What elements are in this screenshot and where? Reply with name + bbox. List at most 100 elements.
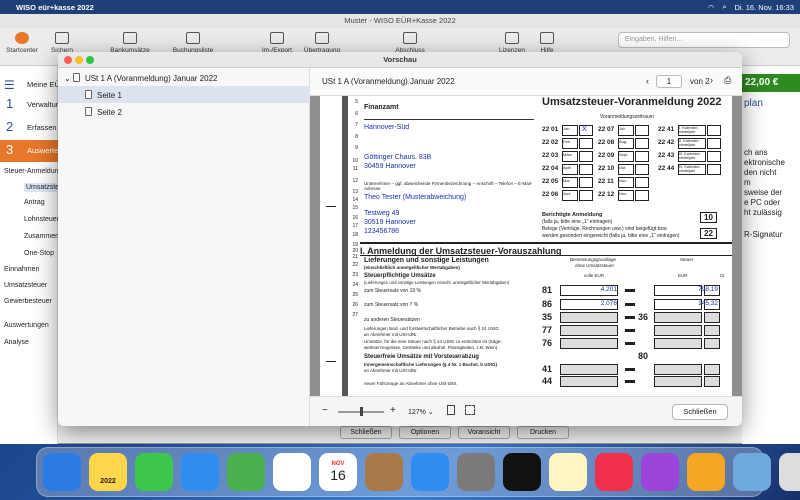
month-box[interactable]: Mai <box>562 177 578 188</box>
minimize-window-button[interactable] <box>75 56 83 64</box>
tree-page-2[interactable]: Seite 2 <box>85 107 122 117</box>
dock-maps-icon[interactable] <box>227 453 265 491</box>
month-box[interactable]: Sept. <box>618 151 634 162</box>
options-button[interactable]: Optionen <box>399 426 451 439</box>
close-window-button[interactable] <box>64 56 72 64</box>
cent-field[interactable] <box>704 338 720 349</box>
month-check[interactable] <box>635 164 649 175</box>
amount-field[interactable] <box>560 364 618 375</box>
dock-notes-icon[interactable] <box>549 453 587 491</box>
month-check[interactable] <box>635 177 649 188</box>
quarter-check[interactable] <box>707 164 721 175</box>
toolbar-import[interactable]: Im-/Export <box>255 32 299 54</box>
cent-field[interactable] <box>704 312 720 323</box>
close-button[interactable]: Schließen <box>340 426 392 439</box>
step-verwaltung[interactable]: 1 Verwaltung <box>0 94 64 116</box>
month-box[interactable]: Nov. <box>618 177 634 188</box>
month-check[interactable] <box>635 138 649 149</box>
dock-trash-icon[interactable] <box>779 453 800 491</box>
month-check[interactable] <box>635 125 649 136</box>
quarter-box[interactable]: IV. Kalender-vierteljahr <box>678 164 706 175</box>
month-check[interactable] <box>579 138 593 149</box>
month-check[interactable] <box>635 151 649 162</box>
printer-icon[interactable]: ⎙ <box>724 75 731 86</box>
month-check[interactable] <box>579 190 593 201</box>
month-box[interactable]: April <box>562 164 578 175</box>
dock-calendar-icon[interactable]: NOV 16 <box>319 453 357 491</box>
cent-field[interactable] <box>704 325 720 336</box>
quarter-box[interactable]: II. Kalender-vierteljahr <box>678 138 706 149</box>
dock-music-icon[interactable] <box>595 453 633 491</box>
month-check[interactable] <box>579 164 593 175</box>
menu-app-name[interactable]: WISO eür+kasse 2022 <box>16 3 94 12</box>
dock-messages-icon[interactable] <box>135 453 173 491</box>
month-check[interactable] <box>579 177 593 188</box>
dock-contacts-icon[interactable] <box>365 453 403 491</box>
tree-lohnsteuer[interactable]: Lohnsteuer <box>24 216 59 223</box>
amount-field[interactable] <box>560 338 618 349</box>
step-erfassen[interactable]: 2 Erfassen <box>0 117 58 139</box>
tree-root[interactable]: ⌄ USt 1 A (Voranmeldung) Januar 2022 <box>64 73 217 83</box>
toolbar-abschluss[interactable]: Abschluss <box>380 32 440 54</box>
tax-field[interactable] <box>654 312 702 323</box>
page-input[interactable]: 1 <box>656 75 682 88</box>
clock[interactable]: Di. 16. Nov. 16:33 <box>735 3 794 12</box>
tree-onestop[interactable]: One-Stop <box>24 250 54 257</box>
search-icon[interactable]: ⌕ <box>722 2 726 12</box>
cent-field[interactable] <box>704 364 720 375</box>
quarter-box[interactable]: I. Kalender-vierteljahr <box>678 125 706 136</box>
month-box[interactable]: Okt. <box>618 164 634 175</box>
tree-auswertungen[interactable]: Auswertungen <box>4 322 49 329</box>
tree-umsatzsteuer2[interactable]: Umsatzsteuer <box>4 282 47 289</box>
tax-field[interactable] <box>654 338 702 349</box>
quarter-check[interactable] <box>707 125 721 136</box>
dock-tv-icon[interactable] <box>503 453 541 491</box>
month-box[interactable]: Juni <box>562 190 578 201</box>
tree-page-1[interactable]: Seite 1 <box>58 86 310 103</box>
zoom-window-button[interactable] <box>86 56 94 64</box>
dock-wiso-2022-icon[interactable]: 2022 <box>89 453 127 491</box>
dock-system-icon[interactable] <box>457 453 495 491</box>
price-badge[interactable]: 22,00 € <box>742 74 800 92</box>
month-box[interactable]: Aug. <box>618 138 634 149</box>
menu-icon[interactable]: ☰ <box>4 78 15 92</box>
sidebar-top-label[interactable]: Meine EÜ <box>27 80 60 89</box>
amount-field[interactable] <box>560 312 618 323</box>
toolbar-buchungsliste[interactable]: Buchungsliste <box>165 32 221 54</box>
quarter-check[interactable] <box>707 138 721 149</box>
tax-field[interactable] <box>654 325 702 336</box>
prev-page-icon[interactable]: ‹ <box>646 76 649 86</box>
amount-field[interactable] <box>560 325 618 336</box>
toolbar-hilfe[interactable]: Hilfe <box>525 32 569 54</box>
preview-button[interactable]: Voransicht <box>458 426 510 439</box>
tree-analyse[interactable]: Analyse <box>4 339 29 346</box>
toolbar-sichern[interactable]: Sichern <box>40 32 84 54</box>
zoom-slider-knob[interactable] <box>360 407 363 416</box>
zoom-in-icon[interactable]: + <box>390 405 396 416</box>
dock-mail-icon[interactable] <box>181 453 219 491</box>
zoom-out-icon[interactable]: − <box>322 405 328 416</box>
quarter-box[interactable]: III. Kalender-vierteljahr <box>678 151 706 162</box>
tree-gewerbe[interactable]: Gewerbesteuer <box>4 298 52 305</box>
print-button[interactable]: Drucken <box>517 426 569 439</box>
month-box[interactable]: Dez. <box>618 190 634 201</box>
zoom-value[interactable]: 127% ⌄ <box>408 408 434 416</box>
fit-width-icon[interactable] <box>465 405 475 415</box>
toolbar-startcenter[interactable]: Startcenter <box>0 32 44 54</box>
tree-einnahmen[interactable]: Einnahmen <box>4 266 39 273</box>
quarter-check[interactable] <box>707 151 721 162</box>
next-page-icon[interactable]: › <box>710 75 713 85</box>
document-view[interactable]: 5 6 7 8 9 10 11 12 13 14 15 16 17 18 19 20 21 22 23 24 25 26 2… <box>310 96 742 396</box>
dialog-close-button[interactable]: Schließen <box>672 404 728 420</box>
month-box[interactable]: Jan. <box>562 125 578 136</box>
tree-antrag[interactable]: Antrag <box>24 199 45 206</box>
dock-pages-icon[interactable] <box>687 453 725 491</box>
tax-field[interactable] <box>654 376 702 387</box>
chevron-down-icon[interactable]: ⌄ <box>64 74 73 83</box>
tax-field[interactable] <box>654 364 702 375</box>
dock-photos-icon[interactable] <box>273 453 311 491</box>
month-box[interactable]: März <box>562 151 578 162</box>
cent-field[interactable] <box>704 376 720 387</box>
dock-downloads-icon[interactable] <box>733 453 771 491</box>
month-check[interactable] <box>635 190 649 201</box>
